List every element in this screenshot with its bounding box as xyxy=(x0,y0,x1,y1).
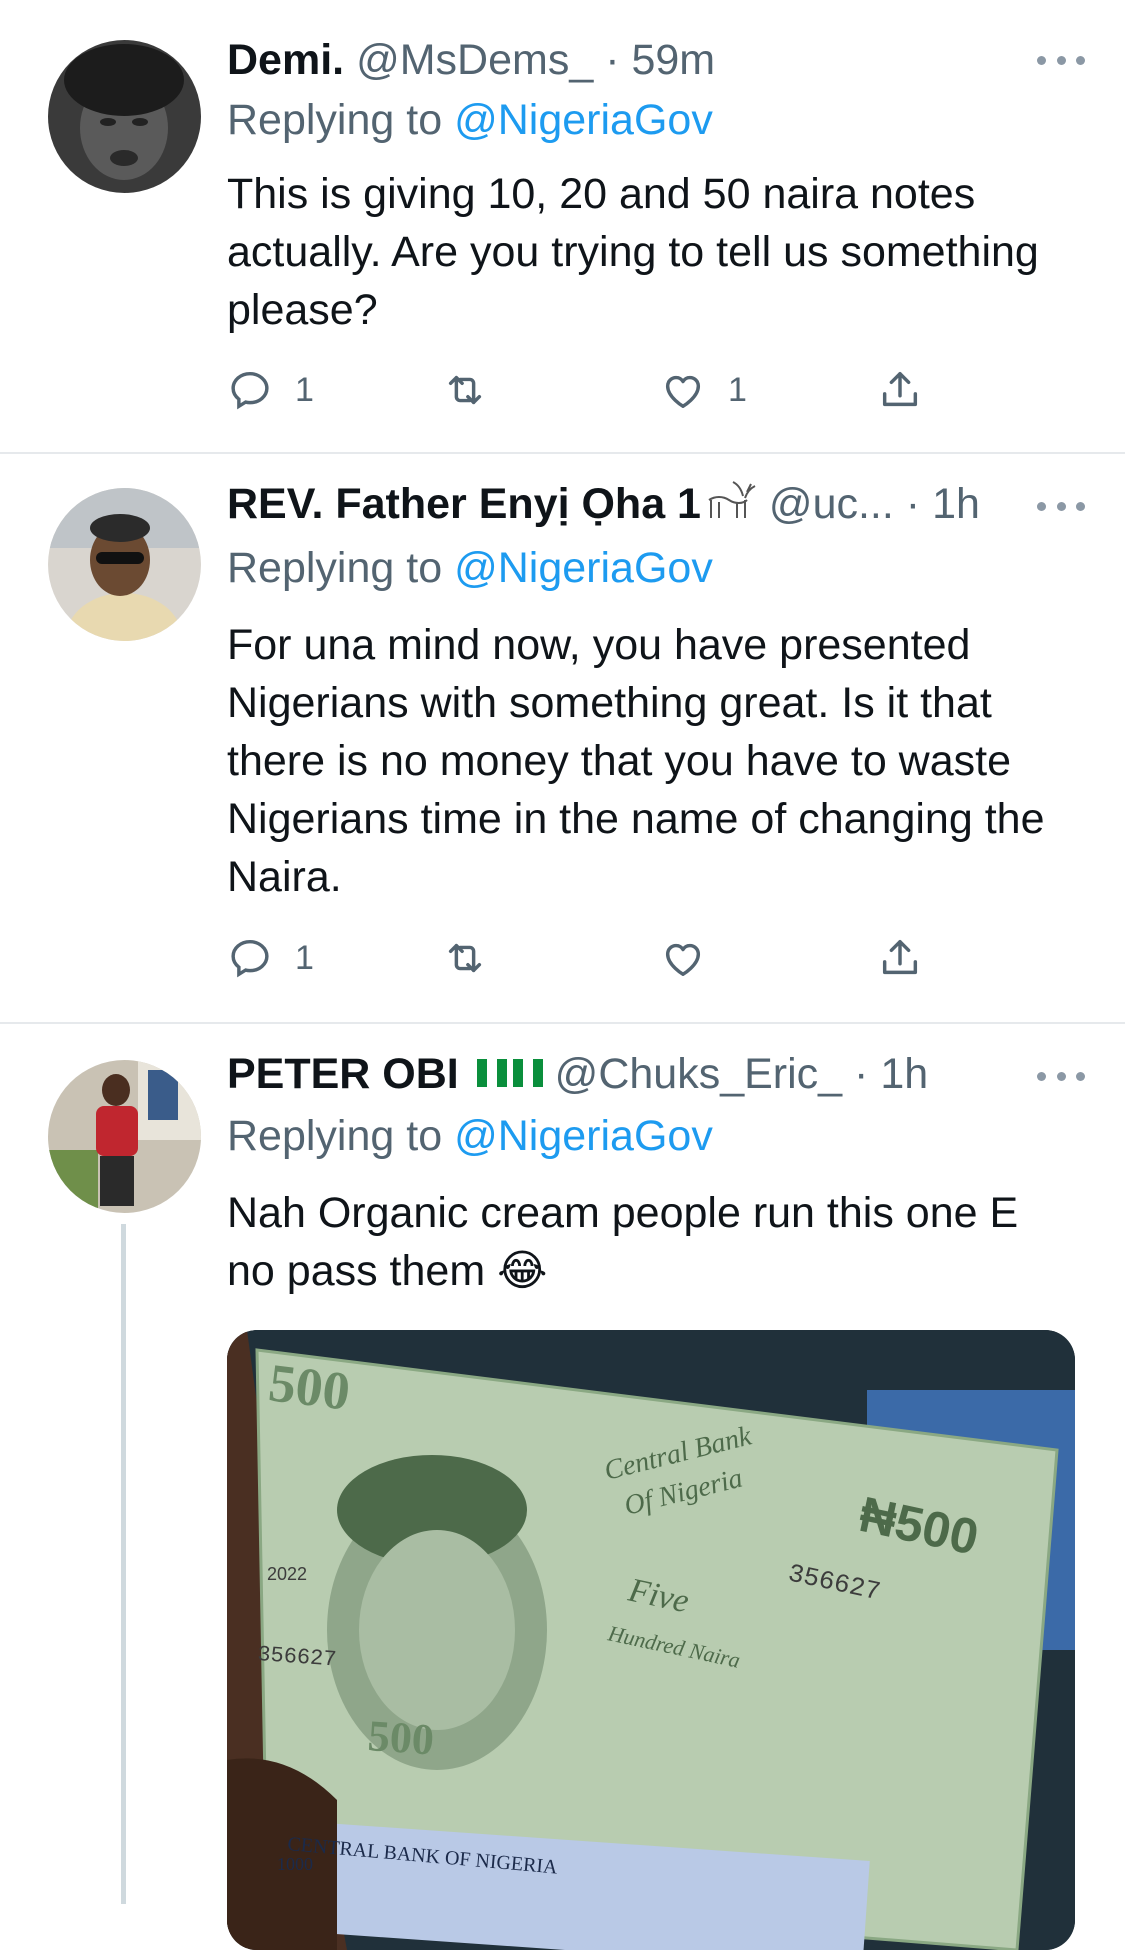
tweet-text: This is giving 10, 20 and 50 naira notes… xyxy=(227,170,1039,334)
tweet-image[interactable]: 500 Central Bank Of Nigeria ₦500 Five Hu… xyxy=(227,1330,1075,1950)
tweet-1[interactable]: Demi. @MsDems_ · 59m Replying to @Nigeri… xyxy=(0,0,1125,450)
avatar[interactable] xyxy=(48,40,201,193)
reply-icon xyxy=(231,939,269,978)
tweet-2[interactable]: REV. Father Enyị Ọha 1 @uc... · 1h Reply… xyxy=(0,454,1125,1014)
tweet-time[interactable]: 1h xyxy=(880,1050,928,1098)
like-icon xyxy=(665,943,701,977)
avatar[interactable] xyxy=(48,1060,201,1213)
share-button[interactable] xyxy=(877,360,923,420)
tweet-time[interactable]: 1h xyxy=(932,480,980,528)
note-denomination-top: 500 xyxy=(266,1352,354,1421)
note-year: 2022 xyxy=(267,1564,307,1584)
reply-count: 1 xyxy=(295,370,314,409)
note-bottom-value: 1000 xyxy=(277,1854,313,1874)
avatar[interactable] xyxy=(48,488,201,641)
tweet-header: PETER OBI @Chuks_Eric_ · 1h xyxy=(227,1050,929,1098)
retweet-icon xyxy=(448,943,482,973)
display-name[interactable]: PETER OBI xyxy=(227,1050,459,1098)
share-icon xyxy=(882,371,918,407)
reply-button[interactable]: 1 xyxy=(227,360,314,420)
like-icon xyxy=(665,375,701,409)
like-button[interactable] xyxy=(660,928,728,988)
tweet-text: For una mind now, you have presented Nig… xyxy=(227,621,1045,901)
nigeria-flag-icon xyxy=(512,1058,543,1087)
tweet-actions: 1 xyxy=(227,928,947,988)
mention-link[interactable]: @NigeriaGov xyxy=(454,1112,713,1160)
goat-emoji-icon xyxy=(708,480,756,518)
tweet-time[interactable]: 59m xyxy=(631,36,715,84)
like-button[interactable]: 1 xyxy=(660,360,747,420)
nigeria-flag-icon xyxy=(476,1058,507,1087)
like-count: 1 xyxy=(728,370,747,409)
retweet-button[interactable] xyxy=(442,928,510,988)
display-name[interactable]: Demi. xyxy=(227,36,344,84)
tweet-text: Nah Organic cream people run this one E … xyxy=(227,1189,1019,1295)
display-name[interactable]: REV. Father Enyị Ọha 1 xyxy=(227,480,701,528)
user-handle[interactable]: @Chuks_Eric_ xyxy=(555,1050,842,1098)
thread-line xyxy=(121,1224,126,1904)
share-button[interactable] xyxy=(877,928,923,988)
more-icon[interactable] xyxy=(1037,50,1085,70)
reply-icon xyxy=(231,371,269,410)
user-handle[interactable]: @uc... xyxy=(769,480,894,528)
mention-link[interactable]: @NigeriaGov xyxy=(454,96,713,144)
replying-to: Replying to @NigeriaGov xyxy=(227,1112,713,1160)
retweet-icon xyxy=(448,375,482,405)
more-icon[interactable] xyxy=(1037,1066,1085,1086)
replying-to: Replying to @NigeriaGov xyxy=(227,544,713,592)
share-icon xyxy=(882,939,918,975)
more-icon[interactable] xyxy=(1037,496,1085,516)
note-denomination-bottom: 500 xyxy=(366,1711,435,1764)
retweet-button[interactable] xyxy=(442,360,510,420)
reply-count: 1 xyxy=(295,938,314,977)
reply-button[interactable]: 1 xyxy=(227,928,314,988)
tweet-header: REV. Father Enyị Ọha 1 @uc... · 1h xyxy=(227,474,1085,534)
replying-to: Replying to @NigeriaGov xyxy=(227,96,713,144)
mention-link[interactable]: @NigeriaGov xyxy=(454,544,713,592)
tweet-header: Demi. @MsDems_ · 59m xyxy=(227,36,716,84)
tweet-actions: 1 1 xyxy=(227,360,947,420)
user-handle[interactable]: @MsDems_ xyxy=(356,36,593,84)
